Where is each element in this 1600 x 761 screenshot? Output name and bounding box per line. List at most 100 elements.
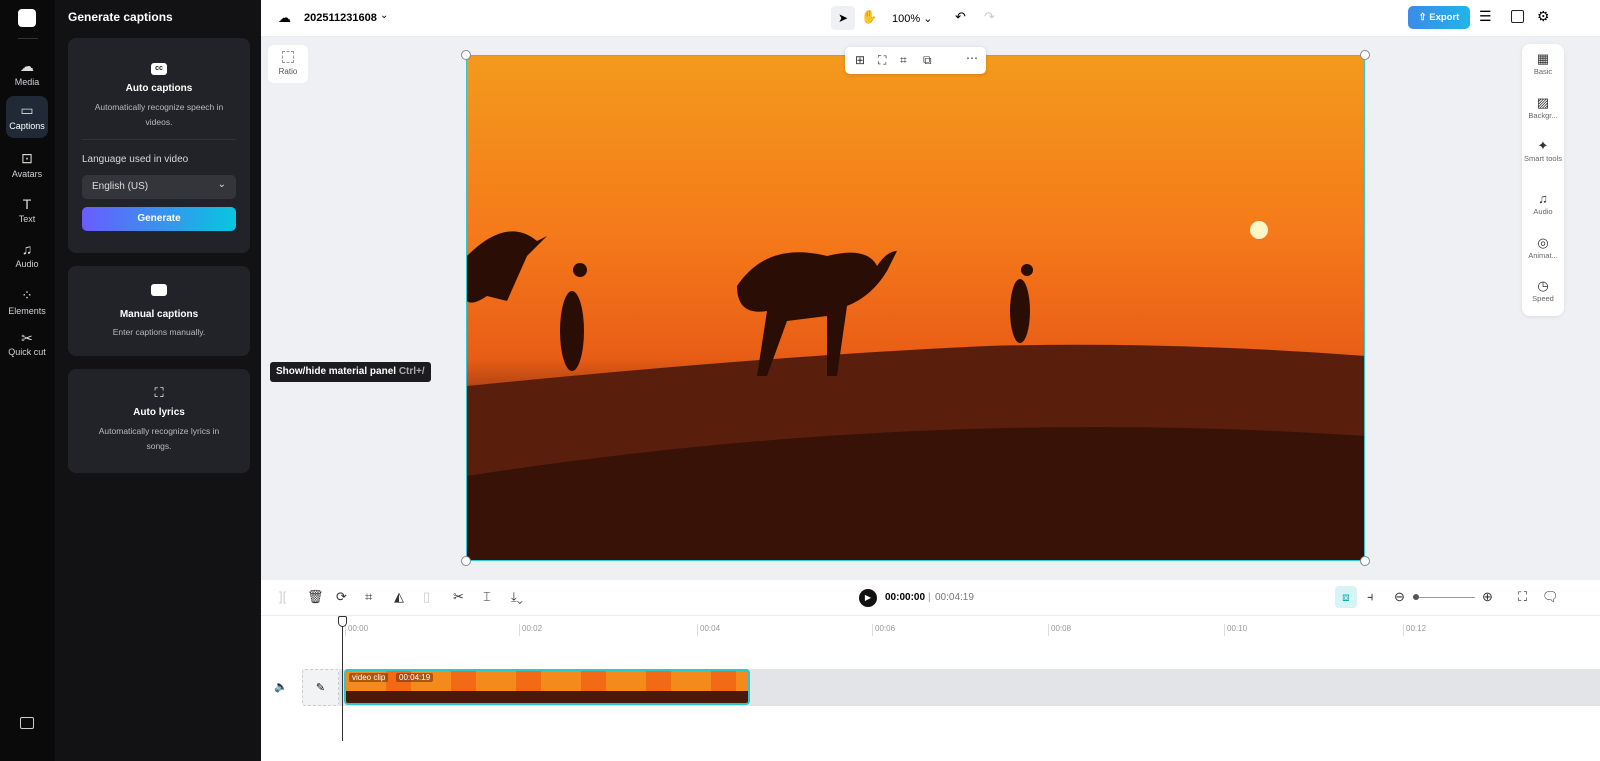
clip-thumbnails (346, 691, 748, 703)
playhead[interactable] (338, 616, 347, 741)
smart-split-icon[interactable]: ⌶ (483, 589, 491, 605)
settings-icon[interactable]: ⚙ (1537, 8, 1550, 25)
freeze-icon[interactable]: ▯ (423, 589, 430, 605)
playhead-handle[interactable] (338, 616, 347, 627)
hand-tool-icon[interactable]: ✋ (861, 9, 877, 25)
manual-captions-card[interactable]: Manual captions Enter captions manually. (68, 266, 250, 356)
rail-audio[interactable]: ♫ Audio (6, 241, 48, 269)
label: Elements (8, 306, 46, 316)
fit-icon[interactable]: ⛶ (878, 53, 886, 68)
play-button[interactable]: ▶ (859, 589, 877, 607)
divider (18, 38, 38, 39)
clip-floating-toolbar: ⊞ ⛶ ⌗ ⧉ ⋯ (845, 47, 986, 74)
label: Captions (9, 121, 45, 131)
prop-basic[interactable]: ▦ Basic (1522, 52, 1564, 77)
more-icon[interactable]: ⋯ (966, 51, 978, 65)
split-icon[interactable]: ][ (279, 589, 286, 604)
auto-captions-card[interactable]: cc Auto captions Automatically recognize… (68, 38, 250, 253)
properties-panel: ▦ Basic ▨ Backgr... ✦ Smart tools ♫ Audio ◎ A… (1522, 44, 1564, 316)
speed-icon: ◷ (1537, 278, 1549, 293)
manual-captions-icon (151, 284, 167, 296)
mute-icon[interactable]: 🔈 (274, 680, 288, 693)
label: Animat... (1528, 251, 1558, 260)
cc-icon: cc (151, 63, 167, 75)
prop-speed[interactable]: ◷ Speed (1522, 278, 1564, 304)
tick-label: 00:06 (872, 624, 895, 636)
resize-handle[interactable] (461, 50, 471, 60)
video-clip[interactable]: video clip 00:04:19 (344, 669, 750, 705)
download-icon[interactable]: ⤓⌄ (511, 589, 523, 605)
rail-media[interactable]: ☁ Media (6, 58, 48, 92)
zoom-out-icon[interactable]: ⊖ (1394, 589, 1405, 605)
captions-icon: ▭ (20, 102, 34, 118)
chevron-down-icon[interactable]: ⌄ (380, 10, 388, 21)
magic-wand-icon: ✦ (1537, 138, 1549, 153)
select-tool-icon[interactable]: ➤ (831, 6, 855, 30)
prop-animation[interactable]: ◎ Animat... (1522, 235, 1564, 261)
label: Audio (1533, 207, 1553, 216)
layout-panel-icon[interactable] (1511, 10, 1524, 23)
divider (82, 139, 236, 140)
resize-handle[interactable] (1360, 556, 1370, 566)
label: Text (18, 214, 36, 224)
cloud-upload-icon: ☁ (20, 58, 34, 74)
quick-cut-icon[interactable]: ✂ (453, 589, 464, 605)
auto-snap-icon[interactable]: ⧈ (1335, 586, 1357, 608)
cover-edit-button[interactable]: ✎ (302, 669, 339, 706)
fullscreen-icon[interactable]: ⛶ (1518, 589, 1527, 605)
undo-icon[interactable]: ↶ (955, 9, 966, 25)
tick-label: 00:10 (1224, 624, 1247, 636)
redo-icon[interactable]: ↷ (984, 9, 995, 25)
total-time: 00:04:19 (935, 592, 974, 603)
rail-avatars[interactable]: ⊡ Avatars (6, 150, 48, 179)
language-value: English (US) (92, 181, 149, 192)
language-select[interactable]: English (US) ⌄ (82, 175, 236, 199)
sun (1250, 221, 1268, 239)
music-icon: ♫ (1538, 191, 1548, 206)
clip-label: video clip (349, 673, 389, 682)
tick-label: 00:00 (345, 624, 368, 636)
top-bar: ☁ 202511231608 ⌄ ➤ ✋ 100% ⌄ ↶ ↷ ⇧ Export… (261, 0, 1600, 37)
feedback-icon[interactable] (20, 717, 34, 729)
rail-elements[interactable]: ⁘ Elements (6, 287, 48, 316)
quick-cut-icon: ✂ (21, 330, 33, 346)
prop-smart-tools[interactable]: ✦ Smart tools (1522, 138, 1564, 164)
music-icon: ♫ (21, 241, 33, 257)
zoom-slider-thumb[interactable] (1413, 594, 1419, 600)
prop-background[interactable]: ▨ Backgr... (1522, 96, 1564, 121)
crop-icon[interactable]: ⌗ (900, 53, 907, 68)
comment-icon[interactable]: 🗨 (1542, 589, 1559, 605)
text-icon: T (22, 196, 32, 212)
transform-icon[interactable]: ⧉ (923, 53, 932, 68)
label: Avatars (11, 169, 43, 179)
zoom-select[interactable]: 100% ⌄ (892, 12, 932, 25)
rail-captions[interactable]: ▭ Captions (6, 96, 48, 138)
label: Backgr... (1528, 111, 1558, 120)
ratio-button[interactable]: Ratio (268, 45, 308, 83)
animation-icon: ◎ (1537, 235, 1549, 250)
logo-icon (18, 9, 36, 27)
zoom-slider[interactable] (1413, 594, 1475, 600)
mirror-icon[interactable]: ◭ (394, 589, 404, 605)
replace-icon[interactable]: ⊞ (855, 53, 865, 67)
prop-audio[interactable]: ♫ Audio (1522, 191, 1564, 217)
rail-text[interactable]: T Text (6, 196, 48, 224)
zoom-in-icon[interactable]: ⊕ (1482, 589, 1493, 605)
resize-handle[interactable] (1360, 50, 1370, 60)
label: Audio (15, 259, 39, 269)
export-button[interactable]: ⇧ Export (1408, 6, 1470, 29)
crop-icon[interactable]: ⌗ (365, 589, 372, 605)
resize-handle[interactable] (461, 556, 471, 566)
current-time: 00:00:00 (885, 592, 926, 603)
project-name[interactable]: 202511231608 (304, 12, 377, 24)
split-view-icon[interactable]: ⫞ (1367, 589, 1374, 605)
rail-quick-cut[interactable]: ✂ Quick cut (6, 330, 48, 358)
play-loop-icon[interactable]: ⟳ (336, 589, 347, 605)
video-preview[interactable] (466, 55, 1365, 561)
auto-lyrics-card[interactable]: ⛶ Auto lyrics Automatically recognize ly… (68, 369, 250, 473)
delete-icon[interactable]: 🗑 (307, 589, 324, 605)
generate-button[interactable]: Generate (82, 207, 236, 231)
clip-duration: 00:04:19 (396, 673, 434, 682)
timeline[interactable]: 00:00 00:02 00:04 00:06 00:08 00:10 00:1… (261, 616, 1600, 761)
layers-icon[interactable]: ☰ (1479, 8, 1492, 25)
